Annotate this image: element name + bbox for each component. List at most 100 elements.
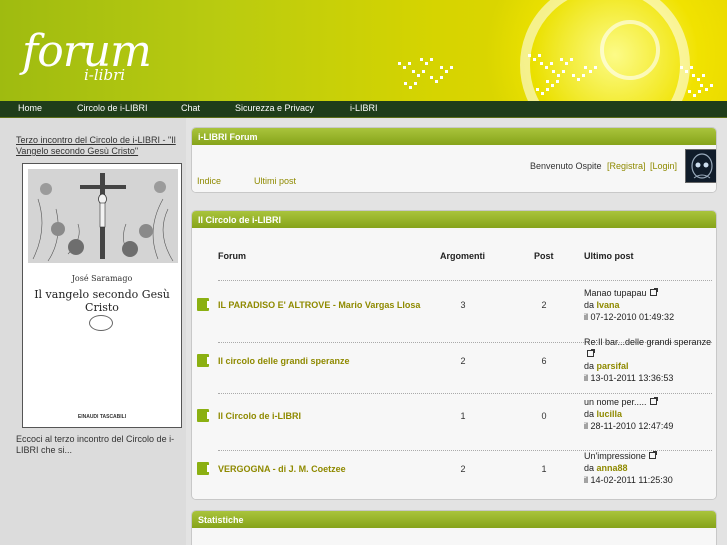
last-post-info: un nome per..... da lucilla il 28-11-201…: [584, 396, 714, 432]
last-post-user[interactable]: Ivana: [597, 300, 620, 310]
header-dot: [697, 78, 700, 81]
topics-count: 1: [460, 411, 466, 421]
last-post-title[interactable]: Un'impressione: [584, 451, 646, 461]
last-post-info: Re:Il bar...delle grandi speranze da par…: [584, 336, 714, 384]
nav-circolo[interactable]: Circolo de i-LIBRI: [77, 103, 148, 113]
header-dot: [430, 76, 433, 79]
login-link[interactable]: [Login]: [650, 161, 677, 171]
header-dot: [404, 82, 407, 85]
forum-name-link[interactable]: Il circolo delle grandi speranze: [218, 356, 350, 366]
last-post-info: Un'impressione da anna88 il 14-02-2011 1…: [584, 450, 714, 486]
stats-panel-title: Statistiche: [192, 511, 716, 528]
forum-folder-icon: [197, 409, 210, 422]
last-post-user[interactable]: parsifal: [597, 361, 629, 371]
external-link-icon[interactable]: [587, 349, 595, 357]
nav-home[interactable]: Home: [18, 103, 42, 113]
last-post-date: il 07-12-2010 01:49:32: [584, 312, 675, 322]
last-post-user[interactable]: lucilla: [597, 409, 623, 419]
forum-name-link[interactable]: VERGOGNA - di J. M. Coetzee: [218, 464, 346, 474]
book-title: Il vangelo secondo Gesù Cristo: [34, 288, 170, 314]
stats-panel: Statistiche: [191, 510, 717, 545]
header-dot: [582, 74, 585, 77]
header-dot: [450, 66, 453, 69]
site-header: forum i-libri: [0, 0, 727, 101]
forum-name-link[interactable]: Il Circolo de i-LIBRI: [218, 411, 301, 421]
table-row: IL PARADISO E' ALTROVE - Mario Vargas Ll…: [192, 287, 716, 341]
header-dot: [408, 62, 411, 65]
header-dot: [412, 70, 415, 73]
register-link[interactable]: [Registra]: [607, 161, 646, 171]
header-dot: [710, 84, 713, 87]
header-dot: [685, 70, 688, 73]
last-post-user[interactable]: anna88: [597, 463, 628, 473]
header-dot: [594, 66, 597, 69]
topics-count: 2: [460, 356, 466, 366]
header-dot: [533, 58, 536, 61]
header-dot: [540, 62, 543, 65]
posts-count: 1: [541, 464, 547, 474]
header-dot: [403, 66, 406, 69]
link-indice[interactable]: Indice: [197, 176, 221, 186]
col-posts-header: Post: [534, 251, 554, 261]
header-dot: [552, 70, 555, 73]
external-link-icon[interactable]: [649, 397, 658, 405]
external-link-icon[interactable]: [648, 451, 657, 459]
last-post-date: il 14-02-2011 11:25:30: [584, 475, 673, 485]
logo-subtitle: i-libri: [84, 66, 126, 84]
sidebar: Terzo incontro del Circolo de i-LIBRI - …: [0, 118, 186, 545]
header-dot: [560, 58, 563, 61]
header-dot: [417, 74, 420, 77]
last-post-title[interactable]: un nome per.....: [584, 397, 647, 407]
user-avatar[interactable]: [685, 149, 716, 183]
header-dot: [538, 54, 541, 57]
header-dot: [409, 86, 412, 89]
nav-sicurezza[interactable]: Sicurezza e Privacy: [235, 103, 314, 113]
col-lastpost-header: Ultimo post: [584, 251, 634, 261]
posts-count: 6: [541, 356, 547, 366]
by-prefix: da: [584, 409, 595, 419]
header-dot: [435, 80, 438, 83]
header-dot: [440, 66, 443, 69]
header-dot: [440, 76, 443, 79]
header-dot: [562, 70, 565, 73]
table-row: Il Circolo de i-LIBRI 1 0 un nome per...…: [192, 397, 716, 454]
main-nav: Home Circolo de i-LIBRI Chat Sicurezza e…: [0, 101, 727, 118]
header-dot: [546, 80, 549, 83]
header-dot: [545, 66, 548, 69]
header-dot: [414, 82, 417, 85]
external-link-icon[interactable]: [649, 288, 658, 296]
header-dot: [398, 62, 401, 65]
last-post-title[interactable]: Re:Il bar...delle grandi speranze: [584, 337, 711, 347]
nav-ilibri[interactable]: i-LIBRI: [350, 103, 378, 113]
forum-folder-icon: [197, 462, 210, 475]
posts-count: 0: [541, 411, 547, 421]
publisher-emblem-icon: [89, 315, 113, 331]
sidebar-excerpt: Eccoci al terzo incontro del Circolo de …: [16, 434, 175, 455]
header-dot: [702, 74, 705, 77]
last-post-title[interactable]: Manao tupapau: [584, 288, 647, 298]
by-prefix: da: [584, 300, 595, 310]
header-dot: [688, 90, 691, 93]
header-dot: [572, 74, 575, 77]
nav-chat[interactable]: Chat: [181, 103, 200, 113]
header-dot: [565, 62, 568, 65]
header-dot: [698, 90, 701, 93]
sidebar-feature-link[interactable]: Terzo incontro del Circolo de i-LIBRI - …: [16, 135, 182, 157]
forum-panel-title: i-LIBRI Forum: [192, 128, 716, 145]
header-dot: [430, 58, 433, 61]
header-dot: [693, 94, 696, 97]
forum-folder-icon: [197, 298, 210, 311]
header-dot: [700, 84, 703, 87]
book-cover-image[interactable]: José Saramago Il vangelo secondo Gesù Cr…: [22, 163, 182, 428]
header-dot: [546, 88, 549, 91]
header-dot: [705, 88, 708, 91]
book-publisher: EINAUDI TASCABILI: [77, 414, 127, 420]
col-forum-header: Forum: [218, 251, 246, 261]
forum-name-link[interactable]: IL PARADISO E' ALTROVE - Mario Vargas Ll…: [218, 300, 420, 310]
circolo-panel: Il Circolo de i-LIBRI Forum Argomenti Po…: [191, 210, 717, 500]
by-prefix: da: [584, 463, 595, 473]
link-ultimi-post[interactable]: Ultimi post: [254, 176, 296, 186]
header-dot: [420, 58, 423, 61]
posts-count: 2: [541, 300, 547, 310]
forum-folder-icon: [197, 354, 210, 367]
